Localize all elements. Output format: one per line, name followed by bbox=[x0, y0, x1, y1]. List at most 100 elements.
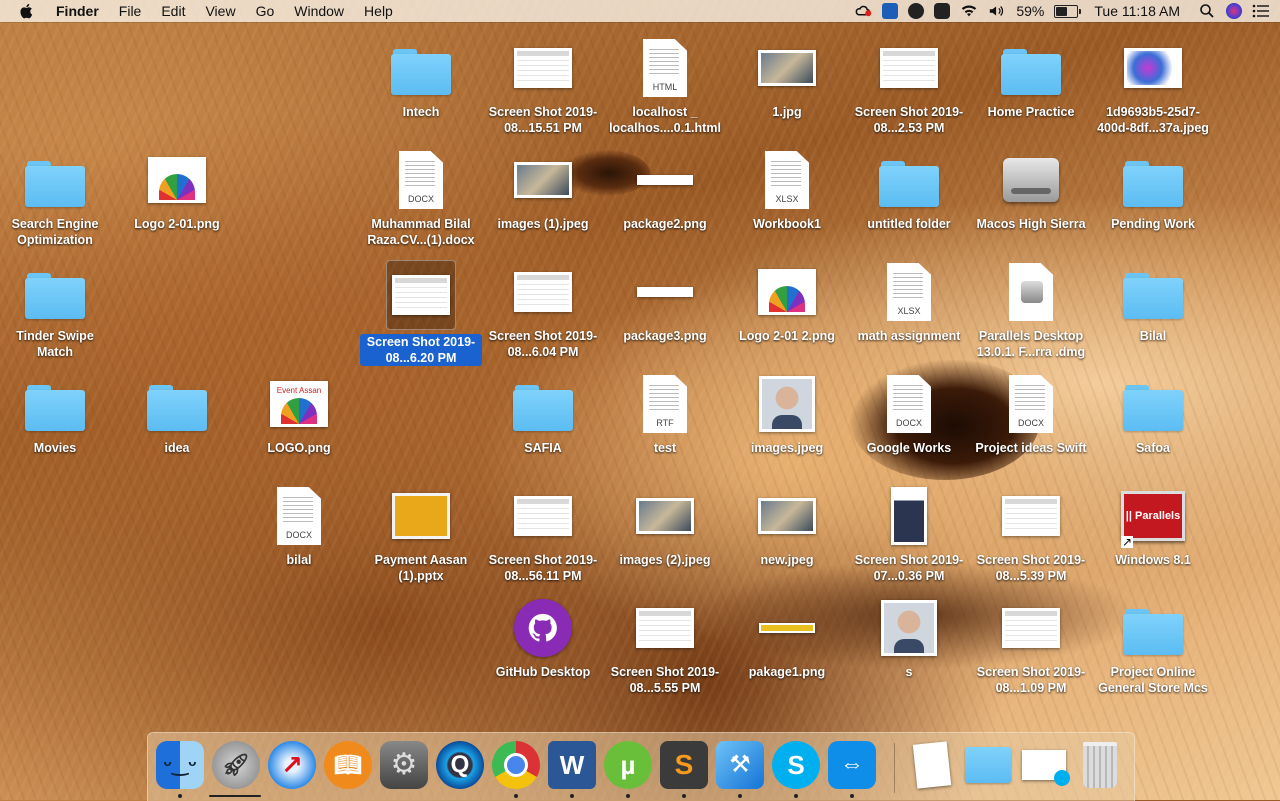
creative-cloud-icon[interactable] bbox=[854, 3, 872, 19]
desktop-item-icon[interactable]: DOCX bbox=[877, 372, 941, 436]
desktop-item-label[interactable]: Tinder Swipe Match bbox=[0, 328, 116, 360]
desktop-item[interactable]: Search Engine Optimization bbox=[0, 148, 116, 249]
desktop-item-label[interactable]: Screen Shot 2019-07...0.36 PM bbox=[848, 552, 970, 584]
menu-help[interactable]: Help bbox=[354, 0, 403, 22]
desktop-item-icon[interactable] bbox=[999, 260, 1063, 324]
desktop-item[interactable]: Bilal bbox=[1092, 260, 1214, 345]
desktop-item[interactable]: 1.jpg bbox=[726, 36, 848, 121]
desktop-item-label[interactable]: images (2).jpeg bbox=[617, 552, 714, 568]
desktop-item[interactable]: Screen Shot 2019-08...5.39 PM bbox=[970, 484, 1092, 585]
desktop-item-label[interactable]: Project ideas Swift bbox=[972, 440, 1089, 456]
desktop-item-label[interactable]: Logo 2-01 2.png bbox=[736, 328, 838, 344]
desktop-item[interactable]: Screen Shot 2019-07...0.36 PM bbox=[848, 484, 970, 585]
desktop-item[interactable]: Home Practice bbox=[970, 36, 1092, 121]
desktop-item-label[interactable]: 1d9693b5-25d7-400d-8df...37a.jpeg bbox=[1092, 104, 1214, 136]
desktop-item-label[interactable]: Pending Work bbox=[1108, 216, 1198, 232]
desktop-item[interactable]: XLSX math assignment bbox=[848, 260, 970, 345]
desktop-item[interactable]: package2.png bbox=[604, 148, 726, 233]
desktop-item-label[interactable]: Workbook1 bbox=[750, 216, 824, 232]
desktop-item-icon[interactable] bbox=[633, 596, 697, 660]
battery-icon[interactable] bbox=[1054, 4, 1082, 18]
desktop-item-label[interactable]: Search Engine Optimization bbox=[0, 216, 116, 248]
desktop-item-icon[interactable]: || Parallels ↗ bbox=[1121, 484, 1185, 548]
desktop-item[interactable]: SAFIA bbox=[482, 372, 604, 457]
desktop-item-label[interactable]: math assignment bbox=[855, 328, 964, 344]
desktop-item-icon[interactable]: DOCX bbox=[999, 372, 1063, 436]
desktop-item-label[interactable]: Home Practice bbox=[985, 104, 1078, 120]
desktop-item-label[interactable]: 1.jpg bbox=[769, 104, 804, 120]
desktop-item-icon[interactable]: RTF bbox=[633, 372, 697, 436]
desktop-item[interactable]: Intech bbox=[360, 36, 482, 121]
desktop-item-label[interactable]: Screen Shot 2019-08...15.51 PM bbox=[482, 104, 604, 136]
desktop-item-label[interactable]: GitHub Desktop bbox=[493, 664, 593, 680]
desktop-item-icon[interactable] bbox=[145, 148, 209, 212]
desktop-item-icon[interactable] bbox=[511, 260, 575, 324]
desktop-item-label[interactable]: Muhammad Bilal Raza.CV...(1).docx bbox=[360, 216, 482, 248]
desktop-item[interactable]: Safoa bbox=[1092, 372, 1214, 457]
wifi-icon[interactable] bbox=[960, 3, 978, 19]
desktop-item[interactable]: pakage1.png bbox=[726, 596, 848, 681]
utorrent-icon[interactable]: µ bbox=[604, 741, 652, 798]
desktop-item-icon[interactable]: HTML bbox=[633, 36, 697, 100]
desktop-item-label[interactable]: images.jpeg bbox=[748, 440, 826, 456]
ibooks-icon[interactable]: 📖︎ bbox=[324, 741, 372, 789]
skype-icon[interactable]: S bbox=[772, 741, 820, 798]
desktop-item-icon[interactable] bbox=[755, 596, 819, 660]
desktop-item-label[interactable]: images (1).jpeg bbox=[495, 216, 592, 232]
trash-icon[interactable] bbox=[1076, 741, 1124, 789]
desktop-item[interactable]: images.jpeg bbox=[726, 372, 848, 457]
desktop-item-icon[interactable] bbox=[999, 148, 1063, 212]
desktop-item[interactable]: Payment Aasan (1).pptx bbox=[360, 484, 482, 585]
desktop-item-icon[interactable] bbox=[1121, 36, 1185, 100]
launchpad-icon[interactable]: 🚀︎ bbox=[212, 741, 260, 789]
desktop-item-icon[interactable]: DOCX bbox=[389, 148, 453, 212]
menu-edit[interactable]: Edit bbox=[151, 0, 195, 22]
desktop-item-icon[interactable] bbox=[633, 148, 697, 212]
desktop-item-icon[interactable] bbox=[633, 484, 697, 548]
desktop-item[interactable]: images (1).jpeg bbox=[482, 148, 604, 233]
desktop-item-icon[interactable] bbox=[999, 36, 1063, 100]
desktop-item-label[interactable]: Safoa bbox=[1133, 440, 1173, 456]
desktop-item-icon[interactable] bbox=[999, 596, 1063, 660]
desktop-item[interactable]: DOCX Muhammad Bilal Raza.CV...(1).docx bbox=[360, 148, 482, 249]
desktop-item-label[interactable]: Parallels Desktop 13.0.1. F...rra .dmg bbox=[970, 328, 1092, 360]
battery-percent[interactable]: 59% bbox=[1016, 3, 1044, 19]
desktop-item-label[interactable]: Screen Shot 2019-08...5.39 PM bbox=[970, 552, 1092, 584]
search-icon[interactable] bbox=[1198, 3, 1216, 19]
desktop-item-label[interactable]: new.jpeg bbox=[757, 552, 816, 568]
desktop-item-icon[interactable] bbox=[23, 260, 87, 324]
desktop-item[interactable]: Screen Shot 2019-08...6.04 PM bbox=[482, 260, 604, 361]
folder-stack-icon[interactable] bbox=[964, 741, 1012, 789]
desktop-item[interactable]: Pending Work bbox=[1092, 148, 1214, 233]
desktop-item[interactable]: Screen Shot 2019-08...2.53 PM bbox=[848, 36, 970, 137]
desktop-item[interactable]: Event Assan LOGO.png bbox=[238, 372, 360, 457]
m-app-icon[interactable] bbox=[908, 3, 925, 19]
menu-file[interactable]: File bbox=[109, 0, 152, 22]
desktop-item[interactable]: Screen Shot 2019-08...6.20 PM bbox=[360, 260, 482, 367]
desktop-item-label[interactable]: Payment Aasan (1).pptx bbox=[360, 552, 482, 584]
desktop-item-label[interactable]: Screen Shot 2019-08...6.04 PM bbox=[482, 328, 604, 360]
volume-icon[interactable] bbox=[988, 3, 1006, 19]
downloads-stack-icon[interactable] bbox=[1020, 741, 1070, 789]
desktop-item[interactable]: Screen Shot 2019-08...5.55 PM bbox=[604, 596, 726, 697]
desktop-item-label[interactable]: package3.png bbox=[620, 328, 709, 344]
menu-view[interactable]: View bbox=[195, 0, 245, 22]
desktop-item-label[interactable]: s bbox=[903, 664, 916, 680]
apple-menu-icon[interactable] bbox=[18, 2, 36, 20]
desktop-item-label[interactable]: Logo 2-01.png bbox=[131, 216, 222, 232]
desktop-item-label[interactable]: Windows 8.1 bbox=[1112, 552, 1194, 568]
desktop-item-icon[interactable] bbox=[755, 260, 819, 324]
desktop-item[interactable]: 1d9693b5-25d7-400d-8df...37a.jpeg bbox=[1092, 36, 1214, 137]
desktop-item[interactable]: Logo 2-01 2.png bbox=[726, 260, 848, 345]
desktop-item-icon[interactable] bbox=[755, 484, 819, 548]
desktop-item[interactable]: RTF test bbox=[604, 372, 726, 457]
desktop-item-label[interactable]: Macos High Sierra bbox=[973, 216, 1088, 232]
desktop-item[interactable]: DOCX bilal bbox=[238, 484, 360, 569]
clock[interactable]: Tue 11:18 AM bbox=[1094, 3, 1180, 19]
desktop-item-icon[interactable] bbox=[511, 148, 575, 212]
menu-go[interactable]: Go bbox=[246, 0, 285, 22]
siri-icon[interactable] bbox=[1226, 3, 1242, 19]
desktop-item-label[interactable]: LOGO.png bbox=[264, 440, 333, 456]
desktop-item[interactable]: Logo 2-01.png bbox=[116, 148, 238, 233]
desktop-item[interactable]: Macos High Sierra bbox=[970, 148, 1092, 233]
